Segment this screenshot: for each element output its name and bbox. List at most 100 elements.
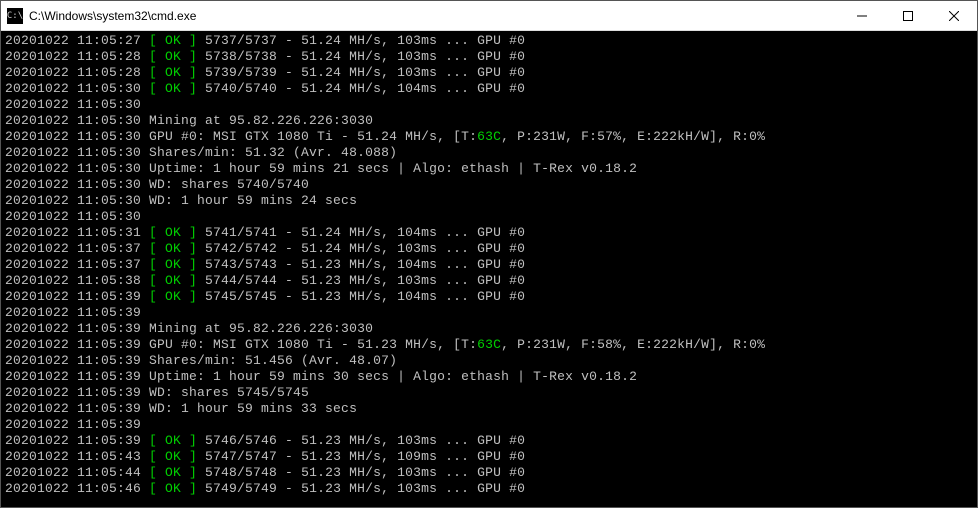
ok-badge: [ OK ] (149, 433, 197, 448)
share-info: 5745/5745 - 51.23 MH/s, 104ms ... GPU #0 (197, 289, 525, 304)
timestamp: 20201022 11:05:28 (5, 49, 149, 64)
timestamp: 20201022 11:05:43 (5, 449, 149, 464)
share-info: 5739/5739 - 51.24 MH/s, 103ms ... GPU #0 (197, 65, 525, 80)
log-line: 20201022 11:05:39 WD: shares 5745/5745 (5, 385, 973, 401)
timestamp: 20201022 11:05:37 (5, 241, 149, 256)
timestamp: 20201022 11:05:39 (5, 305, 141, 320)
ok-badge: [ OK ] (149, 257, 197, 272)
share-info: 5744/5744 - 51.23 MH/s, 103ms ... GPU #0 (197, 273, 525, 288)
log-text: Mining at 95.82.226.226:3030 (149, 113, 373, 128)
ok-badge: [ OK ] (149, 225, 197, 240)
close-icon (949, 11, 959, 21)
timestamp: 20201022 11:05:39 (5, 353, 149, 368)
timestamp: 20201022 11:05:38 (5, 273, 149, 288)
gpu-stat-suffix: , P:231W, F:57%, E:222kH/W], R:0% (501, 129, 765, 144)
gpu-stat-suffix: , P:231W, F:58%, E:222kH/W], R:0% (501, 337, 765, 352)
log-text: Uptime: 1 hour 59 mins 30 secs | Algo: e… (149, 369, 637, 384)
timestamp: 20201022 11:05:30 (5, 161, 149, 176)
log-line: 20201022 11:05:30 Uptime: 1 hour 59 mins… (5, 161, 973, 177)
timestamp: 20201022 11:05:31 (5, 225, 149, 240)
log-line: 20201022 11:05:44 [ OK ] 5748/5748 - 51.… (5, 465, 973, 481)
maximize-button[interactable] (885, 1, 931, 30)
log-line: 20201022 11:05:30 Shares/min: 51.32 (Avr… (5, 145, 973, 161)
ok-badge: [ OK ] (149, 289, 197, 304)
log-text: Mining at 95.82.226.226:3030 (149, 321, 373, 336)
timestamp: 20201022 11:05:39 (5, 385, 149, 400)
log-line: 20201022 11:05:39 GPU #0: MSI GTX 1080 T… (5, 337, 973, 353)
share-info: 5738/5738 - 51.24 MH/s, 103ms ... GPU #0 (197, 49, 525, 64)
ok-badge: [ OK ] (149, 81, 197, 96)
log-text: WD: shares 5745/5745 (149, 385, 309, 400)
log-line: 20201022 11:05:30 (5, 97, 973, 113)
window-controls (839, 1, 977, 30)
gpu-stat-prefix: GPU #0: MSI GTX 1080 Ti - 51.23 MH/s, [T… (149, 337, 477, 352)
share-info: 5737/5737 - 51.24 MH/s, 103ms ... GPU #0 (197, 33, 525, 48)
terminal-output[interactable]: 20201022 11:05:27 [ OK ] 5737/5737 - 51.… (1, 31, 977, 507)
timestamp: 20201022 11:05:39 (5, 417, 141, 432)
log-line: 20201022 11:05:39 (5, 305, 973, 321)
share-info: 5741/5741 - 51.24 MH/s, 104ms ... GPU #0 (197, 225, 525, 240)
log-text: WD: shares 5740/5740 (149, 177, 309, 192)
titlebar[interactable]: C:\ C:\Windows\system32\cmd.exe (1, 1, 977, 31)
timestamp: 20201022 11:05:46 (5, 481, 149, 496)
gpu-temp: 63C (477, 337, 501, 352)
log-line: 20201022 11:05:39 (5, 417, 973, 433)
log-text: Shares/min: 51.32 (Avr. 48.088) (149, 145, 397, 160)
timestamp: 20201022 11:05:27 (5, 33, 149, 48)
ok-badge: [ OK ] (149, 65, 197, 80)
ok-badge: [ OK ] (149, 465, 197, 480)
log-line: 20201022 11:05:39 WD: 1 hour 59 mins 33 … (5, 401, 973, 417)
share-info: 5740/5740 - 51.24 MH/s, 104ms ... GPU #0 (197, 81, 525, 96)
log-line: 20201022 11:05:39 [ OK ] 5746/5746 - 51.… (5, 433, 973, 449)
log-line: 20201022 11:05:30 (5, 209, 973, 225)
share-info: 5749/5749 - 51.23 MH/s, 103ms ... GPU #0 (197, 481, 525, 496)
ok-badge: [ OK ] (149, 241, 197, 256)
share-info: 5743/5743 - 51.23 MH/s, 104ms ... GPU #0 (197, 257, 525, 272)
log-line: 20201022 11:05:39 Mining at 95.82.226.22… (5, 321, 973, 337)
log-line: 20201022 11:05:27 [ OK ] 5737/5737 - 51.… (5, 33, 973, 49)
timestamp: 20201022 11:05:30 (5, 177, 149, 192)
share-info: 5746/5746 - 51.23 MH/s, 103ms ... GPU #0 (197, 433, 525, 448)
maximize-icon (903, 11, 913, 21)
timestamp: 20201022 11:05:30 (5, 97, 141, 112)
share-info: 5748/5748 - 51.23 MH/s, 103ms ... GPU #0 (197, 465, 525, 480)
timestamp: 20201022 11:05:30 (5, 209, 141, 224)
log-line: 20201022 11:05:30 GPU #0: MSI GTX 1080 T… (5, 129, 973, 145)
timestamp: 20201022 11:05:39 (5, 401, 149, 416)
log-text: WD: 1 hour 59 mins 24 secs (149, 193, 357, 208)
log-line: 20201022 11:05:37 [ OK ] 5742/5742 - 51.… (5, 241, 973, 257)
log-line: 20201022 11:05:30 WD: 1 hour 59 mins 24 … (5, 193, 973, 209)
log-line: 20201022 11:05:30 Mining at 95.82.226.22… (5, 113, 973, 129)
share-info: 5747/5747 - 51.23 MH/s, 109ms ... GPU #0 (197, 449, 525, 464)
log-line: 20201022 11:05:38 [ OK ] 5744/5744 - 51.… (5, 273, 973, 289)
log-text: Shares/min: 51.456 (Avr. 48.07) (149, 353, 397, 368)
timestamp: 20201022 11:05:30 (5, 113, 149, 128)
gpu-temp: 63C (477, 129, 501, 144)
log-line: 20201022 11:05:28 [ OK ] 5738/5738 - 51.… (5, 49, 973, 65)
log-line: 20201022 11:05:30 WD: shares 5740/5740 (5, 177, 973, 193)
minimize-icon (857, 11, 867, 21)
ok-badge: [ OK ] (149, 49, 197, 64)
gpu-stat-prefix: GPU #0: MSI GTX 1080 Ti - 51.24 MH/s, [T… (149, 129, 477, 144)
timestamp: 20201022 11:05:28 (5, 65, 149, 80)
log-line: 20201022 11:05:39 Uptime: 1 hour 59 mins… (5, 369, 973, 385)
ok-badge: [ OK ] (149, 481, 197, 496)
timestamp: 20201022 11:05:30 (5, 129, 149, 144)
cmd-window: C:\ C:\Windows\system32\cmd.exe 20201022… (0, 0, 978, 508)
timestamp: 20201022 11:05:44 (5, 465, 149, 480)
log-line: 20201022 11:05:39 Shares/min: 51.456 (Av… (5, 353, 973, 369)
close-button[interactable] (931, 1, 977, 30)
log-line: 20201022 11:05:39 [ OK ] 5745/5745 - 51.… (5, 289, 973, 305)
log-line: 20201022 11:05:31 [ OK ] 5741/5741 - 51.… (5, 225, 973, 241)
timestamp: 20201022 11:05:30 (5, 81, 149, 96)
ok-badge: [ OK ] (149, 273, 197, 288)
ok-badge: [ OK ] (149, 449, 197, 464)
timestamp: 20201022 11:05:39 (5, 433, 149, 448)
share-info: 5742/5742 - 51.24 MH/s, 103ms ... GPU #0 (197, 241, 525, 256)
timestamp: 20201022 11:05:39 (5, 321, 149, 336)
log-text: Uptime: 1 hour 59 mins 21 secs | Algo: e… (149, 161, 637, 176)
log-line: 20201022 11:05:30 [ OK ] 5740/5740 - 51.… (5, 81, 973, 97)
timestamp: 20201022 11:05:39 (5, 289, 149, 304)
minimize-button[interactable] (839, 1, 885, 30)
timestamp: 20201022 11:05:30 (5, 145, 149, 160)
